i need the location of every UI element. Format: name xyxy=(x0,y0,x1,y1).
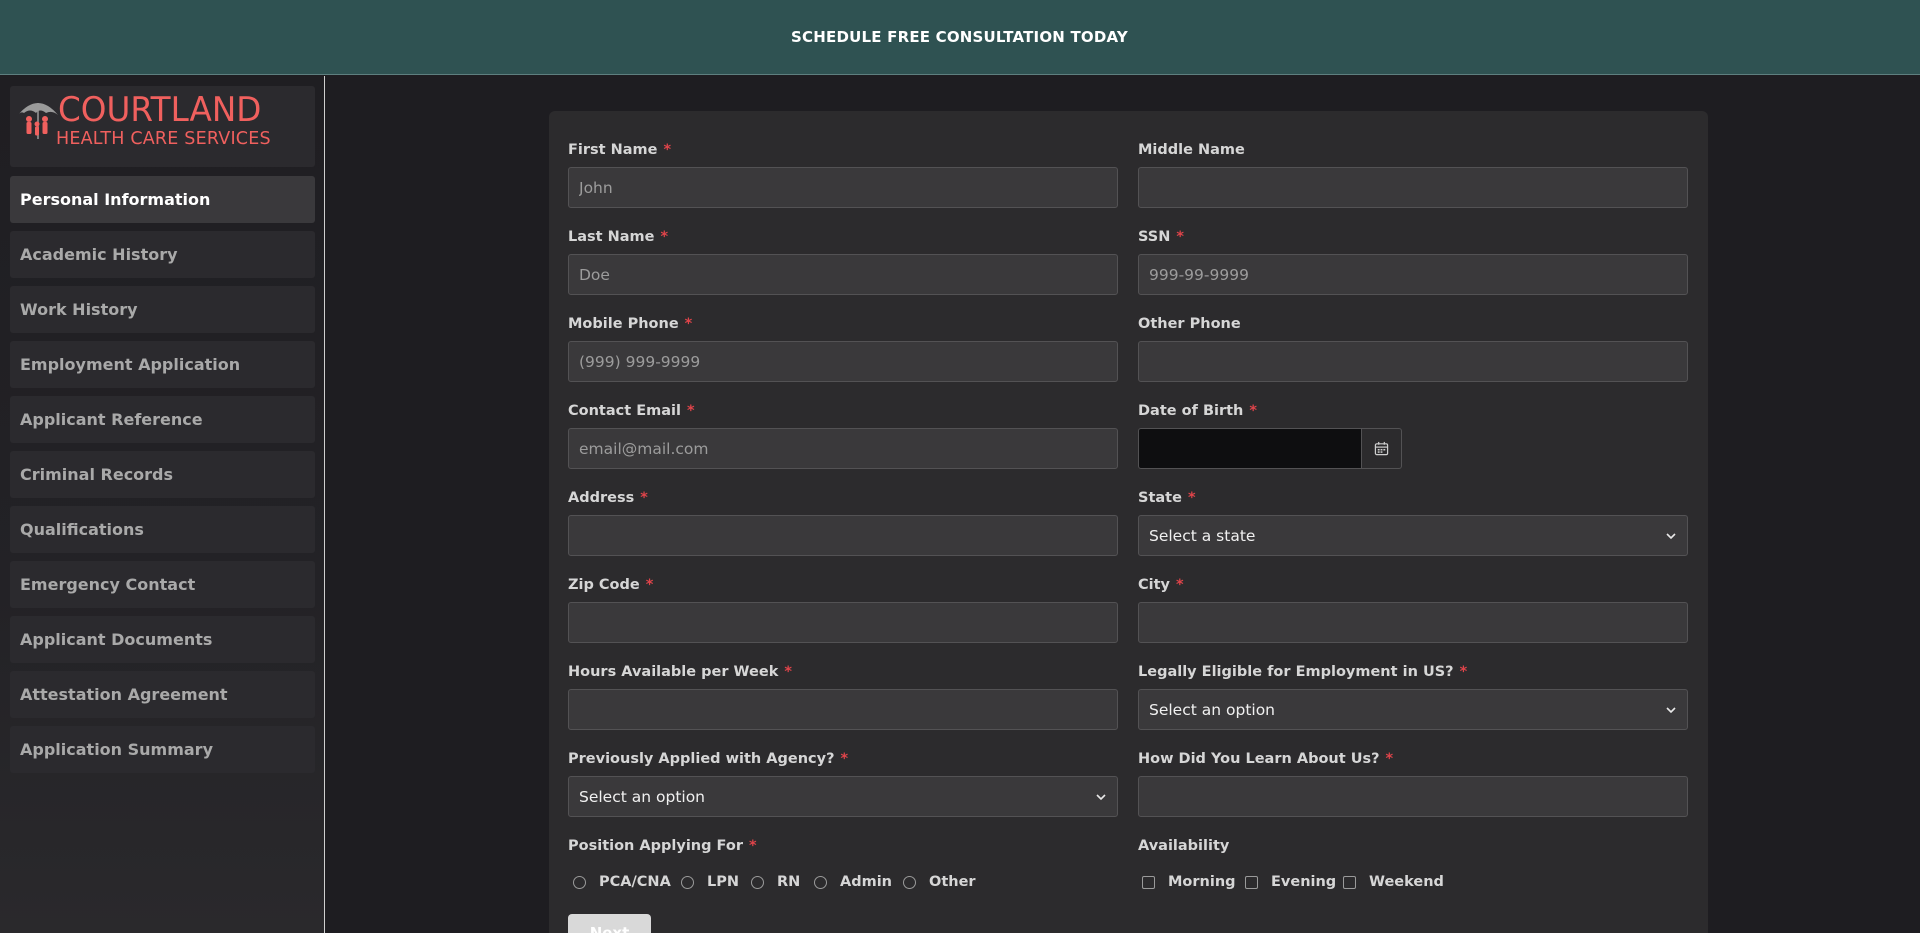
required-marker: * xyxy=(645,577,654,593)
logo-title: COURTLAND xyxy=(58,90,262,130)
radio-button[interactable] xyxy=(573,875,586,889)
position-option-other[interactable]: Other xyxy=(903,874,976,890)
date-of-birth-input[interactable] xyxy=(1138,428,1362,469)
availability-label: Availability xyxy=(1138,838,1230,854)
address-label: Address * xyxy=(568,490,648,506)
mobile-phone-label: Mobile Phone * xyxy=(568,316,693,332)
learn-about-us-label: How Did You Learn About Us? * xyxy=(1138,751,1394,767)
date-picker-button[interactable] xyxy=(1361,428,1402,469)
required-marker: * xyxy=(686,403,695,419)
required-marker: * xyxy=(1385,751,1394,767)
other-phone-input[interactable] xyxy=(1138,341,1688,382)
required-marker: * xyxy=(1176,577,1184,593)
first-name-label: First Name * xyxy=(568,142,672,158)
required-marker: * xyxy=(1459,664,1468,680)
sidebar-item-applicant-documents[interactable]: Applicant Documents xyxy=(10,616,315,663)
radio-button[interactable] xyxy=(903,875,916,889)
city-label: City * xyxy=(1138,577,1184,593)
sidebar: COURTLAND HEALTH CARE SERVICES Personal … xyxy=(0,76,325,933)
required-marker: * xyxy=(1187,490,1196,506)
sidebar-item-academic-history[interactable]: Academic History xyxy=(10,231,315,278)
middle-name-input[interactable] xyxy=(1138,167,1688,208)
state-select[interactable]: Select a state xyxy=(1138,515,1688,556)
legally-eligible-select[interactable]: Select an option xyxy=(1138,689,1688,730)
last-name-input[interactable] xyxy=(568,254,1118,295)
previously-applied-select[interactable]: Select an option xyxy=(568,776,1118,817)
contact-email-input[interactable] xyxy=(568,428,1118,469)
date-of-birth-label: Date of Birth * xyxy=(1138,403,1257,419)
checkbox[interactable] xyxy=(1343,875,1356,889)
radio-button[interactable] xyxy=(681,875,694,889)
previously-applied-label: Previously Applied with Agency? * xyxy=(568,751,849,767)
other-phone-label: Other Phone xyxy=(1138,316,1241,332)
ssn-input[interactable] xyxy=(1138,254,1688,295)
required-marker: * xyxy=(748,838,757,854)
availability-option-weekend[interactable]: Weekend xyxy=(1343,874,1444,890)
required-marker: * xyxy=(660,229,669,245)
hours-available-label: Hours Available per Week * xyxy=(568,664,792,680)
required-marker: * xyxy=(784,664,792,680)
contact-email-label: Contact Email * xyxy=(568,403,695,419)
address-input[interactable] xyxy=(568,515,1118,556)
required-marker: * xyxy=(684,316,693,332)
consultation-banner[interactable]: SCHEDULE FREE CONSULTATION TODAY xyxy=(0,0,1920,75)
banner-text[interactable]: SCHEDULE FREE CONSULTATION TODAY xyxy=(791,28,1128,46)
sidebar-item-work-history[interactable]: Work History xyxy=(10,286,315,333)
checkbox[interactable] xyxy=(1142,875,1155,889)
required-marker: * xyxy=(640,490,648,506)
next-button[interactable]: Next xyxy=(568,914,651,933)
zip-code-label: Zip Code * xyxy=(568,577,654,593)
mobile-phone-input[interactable] xyxy=(568,341,1118,382)
sidebar-item-employment-application[interactable]: Employment Application xyxy=(10,341,315,388)
previously-applied-select-value: Select an option xyxy=(579,787,706,806)
availability-option-evening[interactable]: Evening xyxy=(1245,874,1336,890)
position-option-admin[interactable]: Admin xyxy=(814,874,892,890)
last-name-label: Last Name * xyxy=(568,229,669,245)
legally-eligible-select-value: Select an option xyxy=(1149,700,1276,719)
legally-eligible-label: Legally Eligible for Employment in US? * xyxy=(1138,664,1468,680)
learn-about-us-input[interactable] xyxy=(1138,776,1688,817)
state-label: State * xyxy=(1138,490,1196,506)
checkbox[interactable] xyxy=(1245,875,1258,889)
chevron-down-icon xyxy=(1666,706,1676,713)
position-applying-label: Position Applying For * xyxy=(568,838,757,854)
radio-button[interactable] xyxy=(814,875,827,889)
sidebar-item-personal-information[interactable]: Personal Information xyxy=(10,176,315,223)
sidebar-item-qualifications[interactable]: Qualifications xyxy=(10,506,315,553)
position-option-rn[interactable]: RN xyxy=(751,874,800,890)
ssn-label: SSN * xyxy=(1138,229,1184,245)
first-name-input[interactable] xyxy=(568,167,1118,208)
sidebar-item-emergency-contact[interactable]: Emergency Contact xyxy=(10,561,315,608)
sidebar-item-applicant-reference[interactable]: Applicant Reference xyxy=(10,396,315,443)
hours-available-input[interactable] xyxy=(568,689,1118,730)
logo-subtitle: HEALTH CARE SERVICES xyxy=(56,129,271,149)
required-marker: * xyxy=(1176,229,1184,245)
position-option-pca-cna[interactable]: PCA/CNA xyxy=(573,874,671,890)
radio-button[interactable] xyxy=(751,875,764,889)
middle-name-label: Middle Name xyxy=(1138,142,1245,158)
sidebar-item-application-summary[interactable]: Application Summary xyxy=(10,726,315,773)
availability-option-morning[interactable]: Morning xyxy=(1142,874,1236,890)
state-select-value: Select a state xyxy=(1149,526,1256,545)
company-logo[interactable]: COURTLAND HEALTH CARE SERVICES xyxy=(10,86,315,167)
sidebar-item-attestation-agreement[interactable]: Attestation Agreement xyxy=(10,671,315,718)
chevron-down-icon xyxy=(1666,532,1676,539)
required-marker: * xyxy=(840,751,849,767)
position-option-lpn[interactable]: LPN xyxy=(681,874,739,890)
chevron-down-icon xyxy=(1096,793,1106,800)
umbrella-family-logo-icon xyxy=(18,103,58,139)
calendar-icon xyxy=(1374,441,1389,456)
city-input[interactable] xyxy=(1138,602,1688,643)
zip-code-input[interactable] xyxy=(568,602,1118,643)
sidebar-item-criminal-records[interactable]: Criminal Records xyxy=(10,451,315,498)
required-marker: * xyxy=(663,142,672,158)
required-marker: * xyxy=(1249,403,1257,419)
